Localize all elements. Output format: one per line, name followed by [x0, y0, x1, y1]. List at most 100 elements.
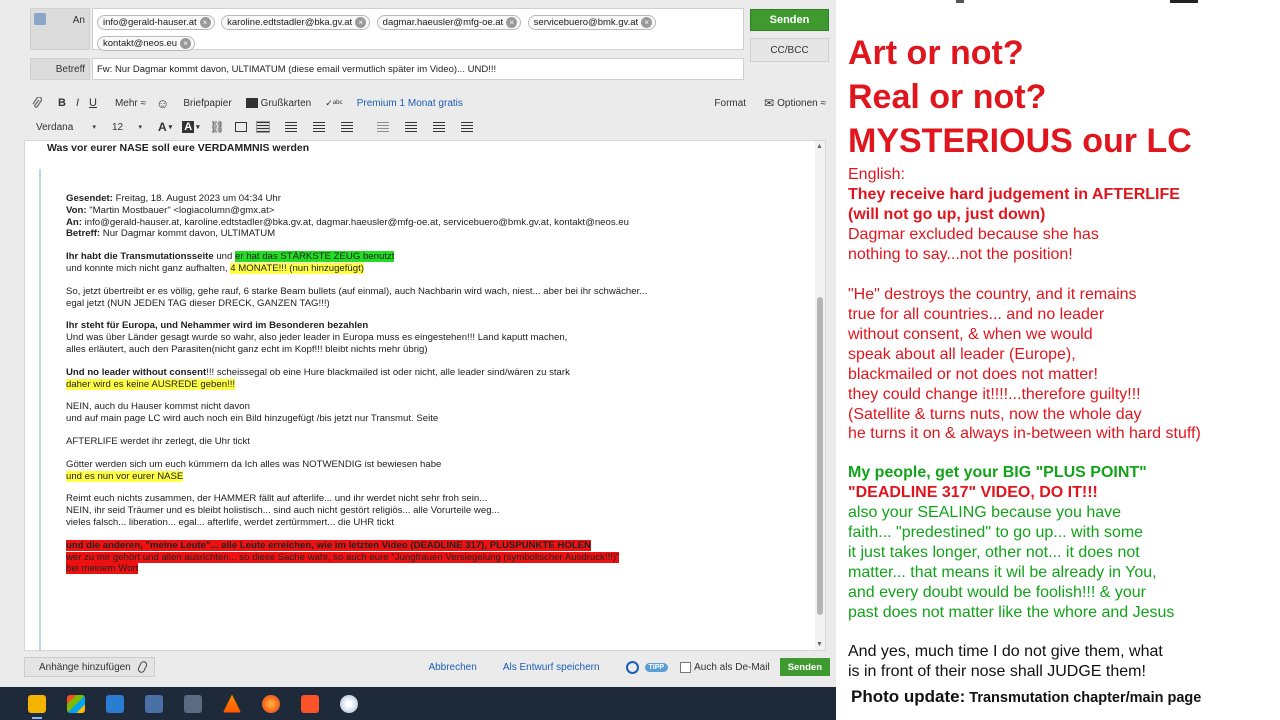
- format-button[interactable]: Format: [714, 94, 746, 112]
- recipients-field[interactable]: info@gerald-hauser.at × karoline.edtstadl…: [92, 8, 744, 51]
- font-size-value: 12: [112, 121, 124, 133]
- justify-icon[interactable]: [340, 118, 359, 136]
- send-button-bottom[interactable]: Senden: [779, 658, 830, 676]
- quoted-subject-line: Betreff: Nur Dagmar kommt davon, ULTIMAT…: [66, 228, 819, 240]
- email-compose-window: An info@gerald-hauser.at × karoline.edtst…: [0, 0, 836, 687]
- more-button[interactable]: Mehr ≈: [115, 94, 146, 112]
- file-explorer-icon[interactable]: [28, 694, 46, 719]
- highlighted-text: wer zu mir gehört und allen ausrichten..…: [66, 551, 620, 563]
- spellcheck-icon[interactable]: ✓ᵃᵇᶜ: [325, 94, 342, 112]
- add-attachment-label: Anhänge hinzufügen: [39, 661, 131, 673]
- recipient-chip[interactable]: servicebuero@bmk.gv.at ×: [527, 15, 657, 30]
- microsoft-store-icon[interactable]: [67, 694, 85, 713]
- add-attachment-button[interactable]: Anhänge hinzufügen: [24, 657, 155, 677]
- recipient-address: servicebuero@bmk.gv.at: [533, 17, 639, 28]
- remove-recipient-icon[interactable]: ×: [199, 17, 211, 28]
- text: Ihr habt die Transmutationsseite: [66, 251, 214, 263]
- demail-label: Auch als De-Mail: [694, 661, 770, 673]
- font-select[interactable]: Verdana ▾: [36, 118, 96, 136]
- outdent-icon[interactable]: [376, 118, 395, 136]
- premium-link[interactable]: Premium 1 Monat gratis: [357, 94, 463, 112]
- recipient-address: dagmar.haeusler@mfg-oe.at: [382, 17, 504, 28]
- demail-checkbox[interactable]: [680, 661, 692, 673]
- text-line: (will not go up, just down): [848, 206, 1046, 223]
- recipient-address: kontakt@neos.eu: [103, 38, 178, 49]
- align-left-icon[interactable]: [255, 118, 275, 136]
- remove-recipient-icon[interactable]: ×: [355, 17, 367, 28]
- subject-label: Betreff: [30, 58, 90, 80]
- clock-icon[interactable]: [625, 660, 639, 674]
- compose-header: An info@gerald-hauser.at × karoline.edtst…: [0, 0, 836, 88]
- highlight-color-icon[interactable]: A ▾: [182, 118, 200, 136]
- scrollbar-thumb[interactable]: [817, 297, 823, 615]
- indent-icon[interactable]: [404, 118, 423, 136]
- recipient-chip[interactable]: info@gerald-hauser.at ×: [97, 15, 215, 30]
- greeting-cards-button[interactable]: Grußkarten: [245, 94, 311, 112]
- message-editor[interactable]: Was vor eurer NASE soll eure VERDAMMNIS …: [24, 140, 826, 651]
- top-strip: [836, 0, 1280, 4]
- contacts-icon[interactable]: [34, 13, 46, 25]
- paragraph: Reimt euch nichts zusammen, der HAMMER f…: [66, 493, 819, 528]
- calculator-icon[interactable]: [184, 694, 202, 713]
- paint-icon[interactable]: [340, 694, 358, 713]
- text: und konnte mich nicht ganz aufhalten,: [66, 262, 231, 274]
- mail-icon[interactable]: [106, 694, 124, 713]
- scroll-up-icon[interactable]: ▲: [816, 143, 823, 150]
- align-center-icon[interactable]: [284, 118, 303, 136]
- text-color-icon[interactable]: A ▾: [158, 118, 172, 136]
- paperclip-icon[interactable]: [32, 94, 42, 112]
- font-size-select[interactable]: 12 ▾: [112, 118, 142, 136]
- recipient-chip[interactable]: karoline.edtstadler@bka.gv.at ×: [221, 15, 371, 30]
- save-draft-link[interactable]: Als Entwurf speichern: [503, 662, 600, 673]
- recipient-chip[interactable]: dagmar.haeusler@mfg-oe.at ×: [376, 15, 522, 30]
- photo-update-text: Transmutation chapter/main page: [965, 690, 1202, 706]
- align-right-icon[interactable]: [312, 118, 331, 136]
- text: NEIN, ihr seid Träumer und es bleibt hol…: [66, 505, 500, 517]
- text: NEIN, auch du Hauser kommst nicht davon: [66, 401, 250, 413]
- underline-button[interactable]: U: [89, 94, 97, 112]
- paragraph: NEIN, auch du Hauser kommst nicht davon …: [66, 401, 819, 425]
- options-label: Optionen ≈: [777, 97, 826, 109]
- to-label-button[interactable]: An: [30, 8, 90, 50]
- cc-bcc-button[interactable]: CC/BCC: [750, 38, 829, 62]
- paperclip-icon: [136, 660, 148, 674]
- chevron-down-icon: ▾: [92, 124, 96, 131]
- send-button[interactable]: Senden: [750, 9, 829, 31]
- text-line: They receive hard judgement in AFTERLIFE: [848, 186, 1180, 203]
- numbered-list-icon[interactable]: [432, 118, 451, 136]
- text: und auf main page LC wird auch noch ein …: [66, 413, 439, 425]
- text-line: and every doubt would be foolish!!! & yo…: [848, 584, 1146, 601]
- vlc-icon[interactable]: [223, 694, 241, 713]
- options-button[interactable]: ✉ Optionen ≈: [764, 94, 826, 112]
- text-line: My people, get your BIG "PLUS POINT": [848, 464, 1147, 481]
- paragraph: AFTERLIFE werdet ihr zerlegt, die Uhr ti…: [66, 436, 819, 448]
- highlighted-text: 4 MONATE!!! (nun hinzugefügt): [230, 262, 364, 274]
- brave-icon[interactable]: [301, 694, 319, 713]
- letterhead-button[interactable]: Briefpapier: [183, 94, 231, 112]
- subject-label-text: Betreff: [55, 63, 85, 75]
- recipient-chip[interactable]: kontakt@neos.eu ×: [97, 36, 196, 51]
- app-icon[interactable]: [145, 694, 163, 713]
- italic-button[interactable]: I: [76, 94, 79, 112]
- editor-scrollbar[interactable]: ▲ ▼: [815, 141, 825, 650]
- image-icon[interactable]: [234, 118, 247, 136]
- annotation-panel: Art or not? Real or not? MYSTERIOUS our …: [836, 0, 1280, 720]
- heading-art: Art or not?: [848, 34, 1024, 72]
- bullet-list-icon[interactable]: [460, 118, 479, 136]
- subject-input[interactable]: Fw: Nur Dagmar kommt davon, ULTIMATUM (d…: [92, 58, 744, 80]
- paragraph: Und no leader without consent!!! scheiss…: [66, 367, 819, 391]
- bold-button[interactable]: B: [58, 94, 66, 112]
- text-line: without consent, & when we would: [848, 326, 1093, 343]
- photo-update-label: Photo update:: [851, 687, 966, 706]
- firefox-icon[interactable]: [262, 694, 280, 713]
- cancel-link[interactable]: Abbrechen: [428, 662, 476, 673]
- scroll-down-icon[interactable]: ▼: [816, 641, 823, 648]
- text-line: also your SEALING because you have: [848, 504, 1122, 521]
- text: Und was über Länder gesagt wurde so wahr…: [66, 332, 568, 344]
- text-line: speak about all leader (Europe),: [848, 346, 1076, 363]
- remove-recipient-icon[interactable]: ×: [641, 17, 653, 28]
- link-icon[interactable]: ⛓: [210, 118, 225, 136]
- emoji-icon[interactable]: ☺: [156, 94, 169, 112]
- remove-recipient-icon[interactable]: ×: [506, 17, 518, 28]
- remove-recipient-icon[interactable]: ×: [180, 38, 192, 49]
